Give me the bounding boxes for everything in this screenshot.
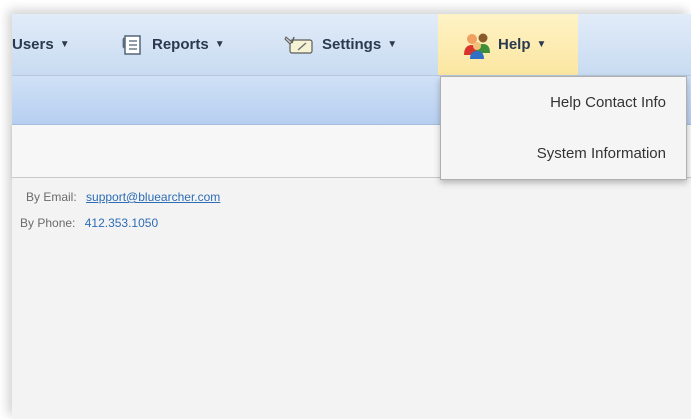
nav-users-menu[interactable]: Users ▼	[12, 14, 70, 75]
phone-label: By Phone:	[20, 216, 76, 230]
nav-users-label: Users	[12, 36, 54, 53]
top-navbar: Users ▼ Reports ▼ Settings ▼ Help ▼	[12, 14, 691, 76]
nav-settings-menu[interactable]: Settings ▼	[284, 14, 397, 75]
nav-help-label: Help	[498, 36, 531, 53]
chevron-down-icon: ▼	[536, 39, 547, 50]
chevron-down-icon: ▼	[214, 39, 225, 50]
help-dropdown-menu: Help Contact Info System Information	[440, 76, 687, 180]
menu-item-help-contact-info[interactable]: Help Contact Info	[550, 94, 666, 111]
menu-item-system-information[interactable]: System Information	[537, 145, 666, 162]
phone-value: 412.353.1050	[84, 216, 159, 230]
chevron-down-icon: ▼	[59, 39, 70, 50]
contact-email-row: By Email: support@bluearcher.com	[26, 190, 220, 204]
main-content: By Email: support@bluearcher.com By Phon…	[12, 178, 691, 419]
chevron-down-icon: ▼	[387, 39, 398, 50]
nav-reports-label: Reports	[152, 36, 209, 53]
email-link[interactable]: support@bluearcher.com	[86, 190, 220, 204]
nav-help-menu[interactable]: Help ▼	[438, 14, 578, 75]
app-window: Users ▼ Reports ▼ Settings ▼ Help ▼ By E…	[12, 14, 691, 419]
email-label: By Email:	[26, 190, 77, 204]
reports-icon	[120, 34, 144, 56]
settings-icon	[284, 34, 314, 56]
nav-reports-menu[interactable]: Reports ▼	[120, 14, 225, 75]
nav-settings-label: Settings	[322, 36, 382, 53]
help-people-icon	[460, 31, 494, 59]
contact-phone-row: By Phone: 412.353.1050	[20, 216, 158, 230]
